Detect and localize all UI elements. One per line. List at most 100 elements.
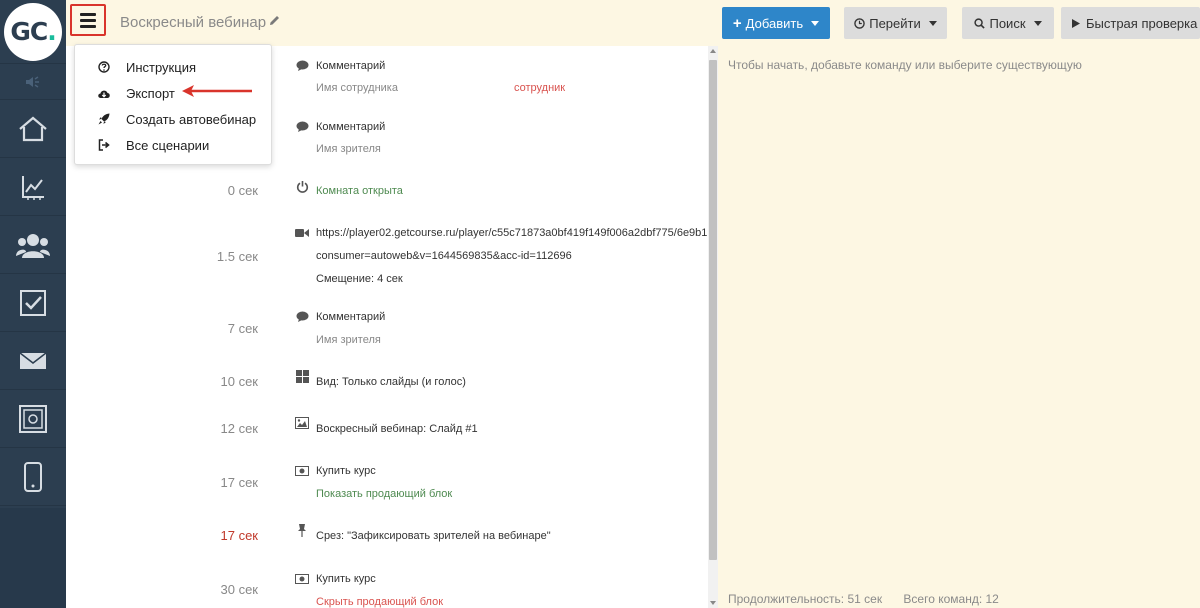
speaker-icon bbox=[26, 75, 39, 88]
time-label: 17 сек bbox=[220, 475, 259, 490]
scroll-down-icon[interactable] bbox=[710, 601, 716, 605]
pencil-icon[interactable] bbox=[268, 14, 281, 27]
search-icon bbox=[974, 17, 986, 29]
sign-out-icon bbox=[97, 138, 111, 152]
scrollbar[interactable] bbox=[708, 46, 718, 608]
checkbox-icon bbox=[20, 289, 46, 316]
menu-item-label: Создать автовебинар bbox=[126, 111, 257, 127]
quick-check-label: Быстрая проверка bbox=[1086, 15, 1198, 31]
command-url: https://player02.getcourse.ru/player/c55… bbox=[316, 227, 708, 239]
sidebar-item-mail[interactable] bbox=[0, 332, 66, 390]
logo-text: GC bbox=[10, 17, 48, 46]
sidebar-item-home[interactable] bbox=[0, 100, 66, 158]
total-commands-text: Всего команд: 12 bbox=[903, 592, 999, 606]
go-button-label: Перейти bbox=[869, 15, 921, 31]
search-button-label: Поиск bbox=[989, 15, 1026, 31]
comment-icon bbox=[295, 59, 309, 73]
command-url-line2: consumer=autoweb&v=1644569835&acc-id=112… bbox=[316, 250, 572, 262]
money-icon bbox=[295, 464, 309, 478]
command-text: Воскресный вебинар: Слайд #1 bbox=[316, 423, 478, 435]
search-button[interactable]: Поиск bbox=[962, 7, 1054, 39]
command-text: Комментарий bbox=[316, 311, 386, 323]
sidebar-item-safe[interactable] bbox=[0, 390, 66, 448]
time-label: 17 сек bbox=[220, 528, 259, 543]
phone-icon bbox=[24, 461, 42, 492]
comment-icon bbox=[295, 120, 309, 134]
scroll-up-icon[interactable] bbox=[710, 49, 716, 53]
command-sub: Имя зрителя bbox=[316, 143, 381, 155]
logo[interactable]: GC. bbox=[0, 0, 66, 64]
cloud-download-icon bbox=[97, 86, 111, 100]
add-button[interactable]: + Добавить bbox=[722, 7, 830, 39]
menu-item-all-scenarios[interactable]: Все сценарии bbox=[75, 132, 271, 158]
scroll-thumb[interactable] bbox=[709, 60, 717, 560]
topbar: Воскресный вебинар + Добавить Перейти По… bbox=[66, 0, 1200, 46]
menu-bar-line bbox=[80, 24, 96, 28]
command-text: Комната открыта bbox=[316, 185, 403, 197]
safe-icon bbox=[19, 404, 47, 433]
command-sub: Показать продающий блок bbox=[316, 488, 453, 500]
page-title: Воскресный вебинар bbox=[120, 14, 267, 31]
command-text: Срез: "Зафиксировать зрителей на вебинар… bbox=[316, 530, 551, 542]
comment-icon bbox=[295, 310, 309, 324]
time-label: 7 сек bbox=[227, 321, 258, 336]
power-icon bbox=[295, 179, 309, 193]
command-sub: Скрыть продающий блок bbox=[316, 596, 444, 608]
menu-item-create-autowebinar[interactable]: Создать автовебинар bbox=[75, 106, 271, 132]
home-icon bbox=[19, 116, 47, 141]
command-offset: Смещение: 4 сек bbox=[316, 273, 403, 285]
video-icon bbox=[295, 226, 309, 240]
menu-bar-line bbox=[80, 18, 96, 22]
sidebar-item-mobile[interactable] bbox=[0, 448, 66, 506]
annotation-arrow-icon bbox=[182, 85, 252, 97]
left-sidebar: GC. bbox=[0, 0, 66, 608]
command-editor-panel: Чтобы начать, добавьте команду или выбер… bbox=[718, 46, 1200, 608]
command-text: Купить курс bbox=[316, 465, 376, 477]
empty-hint: Чтобы начать, добавьте команду или выбер… bbox=[728, 58, 1082, 72]
menu-item-label: Инструкция bbox=[126, 59, 196, 75]
logo-dot: . bbox=[47, 17, 56, 46]
go-button[interactable]: Перейти bbox=[844, 7, 947, 39]
caret-down-icon bbox=[1033, 20, 1042, 26]
command-sub: Имя зрителя bbox=[316, 334, 381, 346]
caret-down-icon bbox=[928, 20, 937, 26]
sidebar-item-chart[interactable] bbox=[0, 158, 66, 216]
rocket-icon bbox=[97, 112, 111, 126]
users-icon bbox=[16, 233, 50, 258]
time-label: 12 сек bbox=[220, 421, 259, 436]
caret-down-icon bbox=[811, 20, 820, 26]
sidebar-item-tasks[interactable] bbox=[0, 274, 66, 332]
pin-icon bbox=[295, 523, 309, 537]
plus-icon: + bbox=[732, 14, 742, 32]
command-sub: Имя сотрудника bbox=[316, 82, 398, 94]
play-icon bbox=[1072, 18, 1080, 28]
quick-check-button[interactable]: Быстрая проверка bbox=[1061, 7, 1200, 39]
grid-icon bbox=[295, 369, 309, 383]
image-icon bbox=[295, 416, 309, 430]
clock-icon bbox=[854, 17, 866, 29]
menu-item-label: Все сценарии bbox=[126, 137, 210, 153]
time-label: 1.5 сек bbox=[216, 249, 258, 264]
question-circle-icon bbox=[97, 60, 111, 74]
command-extra: сотрудник bbox=[514, 82, 566, 94]
menu-item-instruction[interactable]: Инструкция bbox=[75, 54, 271, 80]
stats-footer: Продолжительность: 51 сек Всего команд: … bbox=[728, 592, 1017, 606]
time-label: 30 сек bbox=[220, 582, 259, 597]
command-text: Вид: Только слайды (и голос) bbox=[316, 376, 466, 388]
mail-icon bbox=[19, 351, 47, 369]
add-button-label: Добавить bbox=[745, 15, 804, 31]
menu-button[interactable] bbox=[70, 4, 106, 36]
time-label: 10 сек bbox=[220, 374, 259, 389]
sidebar-footer bbox=[0, 508, 66, 608]
sidebar-item-speaker[interactable] bbox=[0, 64, 66, 100]
logo-badge: GC. bbox=[4, 2, 62, 61]
sidebar-item-users[interactable] bbox=[0, 216, 66, 274]
command-text: Купить курс bbox=[316, 573, 376, 585]
main-menu-dropdown: Инструкция Экспорт Создать автовебинар В… bbox=[74, 44, 272, 165]
command-text: Комментарий bbox=[316, 121, 386, 133]
command-text: Комментарий bbox=[316, 60, 386, 72]
menu-bar-line bbox=[80, 12, 96, 16]
menu-item-label: Экспорт bbox=[126, 85, 175, 101]
time-label: 0 сек bbox=[227, 183, 258, 198]
money-icon bbox=[295, 572, 309, 586]
